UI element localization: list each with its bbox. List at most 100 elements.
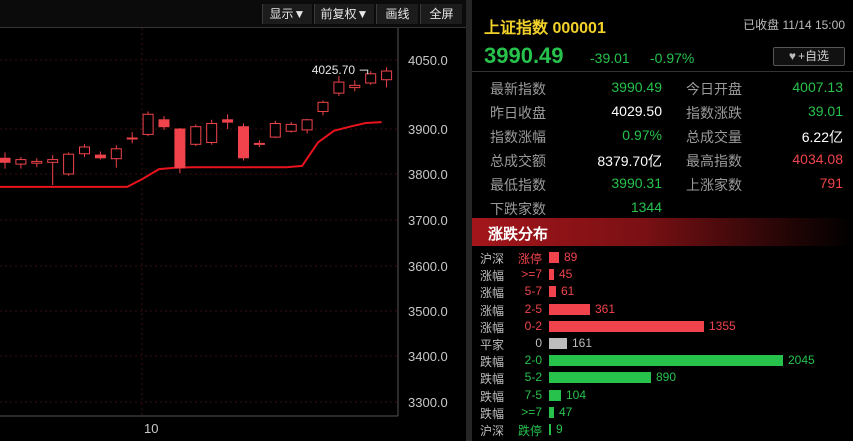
distribution-count: 89: [564, 250, 578, 264]
stat-value: 1344: [630, 199, 662, 215]
candle-up: [301, 119, 313, 131]
stat-value: 0.97%: [622, 127, 662, 143]
stat-label: 指数涨跌: [686, 105, 742, 121]
distribution-type: 跌幅: [480, 406, 505, 421]
distribution-type: 跌幅: [480, 355, 505, 370]
candle-up: [142, 113, 154, 135]
candle-down: [0, 157, 11, 163]
stat-value: 791: [819, 175, 843, 191]
distribution-type: 涨幅: [480, 303, 505, 318]
distribution-count: 61: [561, 284, 575, 299]
distribution-count: 9: [556, 421, 563, 436]
distribution-row: 涨幅 0-2 1355: [472, 318, 853, 335]
distribution-type: 沪深: [480, 252, 505, 266]
distribution-bar: [549, 406, 554, 418]
candle-up: [31, 160, 43, 164]
distribution-bar: [549, 355, 783, 367]
market-status: 已收盘 11/14 15:00: [743, 18, 845, 32]
distribution-range: >=7: [521, 267, 542, 282]
candle-up: [349, 84, 361, 89]
index-name: 上证指数 000001: [484, 20, 606, 37]
distribution-range: >=7: [521, 404, 542, 419]
distribution-row: 沪深 跌停 9: [472, 421, 853, 438]
distribution-row: 跌幅 5-2 890: [472, 369, 853, 386]
distribution-count: 361: [595, 301, 616, 316]
stats-row: 指数涨幅 0.97% 总成交量 6.22亿: [472, 124, 853, 148]
stat-label: 总成交额: [490, 153, 546, 169]
distribution-title: 涨跌分布: [488, 226, 549, 243]
candle-up: [285, 123, 297, 132]
candle-up: [47, 159, 59, 163]
price-tick-label: 3700.0: [408, 213, 448, 228]
distribution-range: 7-5: [524, 387, 542, 402]
candle-down: [238, 126, 249, 159]
distribution-row: 沪深 涨停 89: [472, 249, 853, 266]
distribution-row: 涨幅 2-5 361: [472, 301, 853, 318]
stat-value: 4034.08: [792, 151, 843, 167]
heart-icon: ♥: [788, 49, 797, 63]
distribution-header: 涨跌分布: [472, 218, 853, 246]
price-tick-label: 3800.0: [408, 167, 448, 182]
distribution-bar: [549, 372, 651, 384]
stat-label: 昨日收盘: [490, 105, 546, 121]
distribution-type: 涨幅: [480, 269, 505, 284]
distribution-count: 2045: [788, 353, 815, 368]
high-price-annotation: 4025.70: [312, 63, 356, 77]
candle-up: [381, 70, 393, 81]
distribution-row: 涨幅 5-7 61: [472, 283, 853, 300]
candlestick-chart[interactable]: 4050.0 3900.0 3800.0 3700.0 3600.0 3500.0 3400…: [0, 28, 466, 441]
stat-label: 下跌家数: [490, 201, 546, 217]
stat-value: 3990.49: [611, 79, 662, 95]
display-dropdown-button[interactable]: 显示▼: [262, 4, 312, 24]
stat-label: 今日开盘: [686, 81, 742, 97]
stat-value: 6.22亿: [801, 129, 843, 145]
distribution-row: 跌幅 2-0 2045: [472, 352, 853, 369]
distribution-bar: [549, 303, 590, 315]
candle-up: [253, 142, 265, 145]
stat-label: 最新指数: [490, 81, 546, 97]
candle-up: [190, 126, 202, 145]
stats-row: 下跌家数 1344: [472, 196, 853, 220]
distribution-range: 0-2: [524, 318, 542, 333]
candle-up: [15, 159, 27, 165]
distribution-range: 跌停: [517, 423, 542, 438]
fullscreen-button[interactable]: 全屏: [420, 4, 462, 24]
price-tick-label: 3300.0: [408, 395, 448, 410]
stat-label: 上涨家数: [686, 177, 742, 193]
candle-up: [206, 122, 218, 144]
distribution-bar: [549, 269, 554, 281]
stats-row: 最低指数 3990.31 上涨家数 791: [472, 172, 853, 196]
stat-value: 3990.31: [611, 175, 662, 191]
kline-chart-panel[interactable]: 显示▼ 前复权▼ 画线 全屏 4050.0 3900.0 3800.0 3700.0 3…: [0, 0, 466, 441]
distribution-type: 涨幅: [480, 286, 505, 301]
stat-label: 指数涨幅: [490, 129, 546, 145]
distribution-count: 47: [559, 404, 573, 419]
stat-label: 最低指数: [490, 177, 546, 193]
candle-up: [333, 81, 345, 94]
draw-line-button[interactable]: 画线: [376, 4, 418, 24]
stats-row: 最新指数 3990.49 今日开盘 4007.13: [472, 76, 853, 100]
distribution-range: 2-0: [524, 353, 542, 368]
distribution-count: 104: [566, 387, 587, 402]
quote-stats: 最新指数 3990.49 今日开盘 4007.13 昨日收盘 4029.50 指数涨跌 39.…: [472, 76, 853, 220]
distribution-range: 5-7: [524, 284, 542, 299]
distribution-count: 1355: [709, 318, 736, 333]
distribution-count: 161: [572, 335, 593, 350]
price-tick-label: 3600.0: [408, 259, 448, 274]
stat-value: 39.01: [807, 103, 843, 119]
distribution-type: 沪深: [480, 423, 505, 438]
price-tick-label: 3900.0: [408, 122, 448, 137]
add-watchlist-button[interactable]: ♥ +自选: [773, 47, 845, 66]
distribution-list: 沪深 涨停 89 涨幅 >=7 45 涨幅 5-7 61 涨幅 2-5 361 涨幅 0-2 1355 平家 0…: [472, 249, 853, 438]
distribution-row: 跌幅 7-5 104: [472, 387, 853, 404]
quote-header: 上证指数 000001 已收盘 11/14 15:00 3990.49 -39.…: [472, 0, 853, 72]
distribution-type: 跌幅: [480, 372, 505, 387]
price-change-pct: -0.97%: [650, 50, 695, 66]
add-watchlist-label: +自选: [798, 49, 830, 63]
candle-down: [174, 128, 186, 169]
distribution-bar: [549, 389, 561, 401]
stats-row: 总成交额 8379.70亿 最高指数 4034.08: [472, 148, 853, 172]
candle-up: [269, 122, 281, 138]
adjust-dropdown-button[interactable]: 前复权▼: [314, 4, 374, 24]
price-tick-label: 3400.0: [408, 349, 448, 364]
